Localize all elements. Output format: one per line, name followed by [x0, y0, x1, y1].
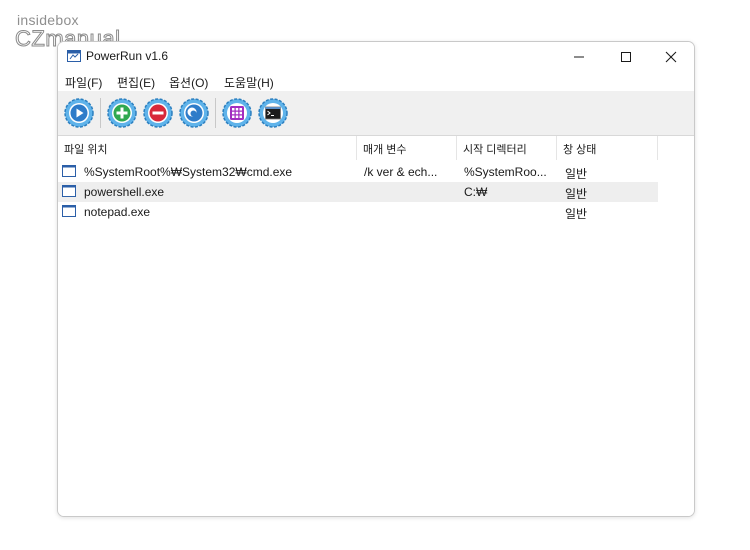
column-header-label: 창 상태: [563, 144, 597, 156]
window-icon: [62, 205, 76, 217]
cell-state: 일반: [565, 187, 588, 201]
powerrun-window: PowerRun v1.6 파일(F) 편집(E) 옵션(O) 도움말(H) 파…: [57, 41, 695, 517]
table-row[interactable]: powershell.exe C:₩ 일반: [58, 182, 658, 202]
window-title: PowerRun v1.6: [86, 49, 169, 63]
edit-button[interactable]: [178, 97, 210, 129]
play-icon: [64, 98, 94, 128]
close-button[interactable]: [648, 42, 694, 71]
edit-icon: [179, 98, 209, 128]
cell-startdir: %SystemRoo...: [464, 165, 547, 179]
list-header: 파일 위치 매개 변수 시작 디렉터리 창 상태: [58, 136, 658, 160]
column-header-label: 시작 디렉터리: [463, 144, 527, 156]
add-icon: [107, 98, 137, 128]
column-header-label: 파일 위치: [64, 144, 108, 156]
menu-options[interactable]: 옵션(O): [169, 74, 208, 91]
table-row[interactable]: notepad.exe 일반: [58, 202, 658, 222]
menu-edit[interactable]: 편집(E): [117, 74, 155, 91]
cell-state: 일반: [565, 207, 588, 221]
table-row[interactable]: %SystemRoot%₩System32₩cmd.exe /k ver & e…: [58, 162, 658, 182]
remove-icon: [143, 98, 173, 128]
program-list[interactable]: 파일 위치 매개 변수 시작 디렉터리 창 상태 %SystemRoot%₩Sy…: [58, 136, 694, 516]
cell-path: notepad.exe: [84, 205, 151, 219]
column-header-startdir[interactable]: 시작 디렉터리: [457, 136, 557, 160]
add-button[interactable]: [106, 97, 138, 129]
cell-path: powershell.exe: [84, 185, 165, 199]
close-icon: [665, 51, 677, 62]
cell-params: /k ver & ech...: [364, 165, 438, 179]
console-icon: [258, 98, 288, 128]
cell-state: 일반: [565, 167, 588, 181]
column-header-params[interactable]: 매개 변수: [357, 136, 457, 160]
cell-startdir: C:₩: [464, 185, 488, 199]
window-icon: [62, 165, 76, 177]
app-icon: [67, 50, 81, 62]
console-button[interactable]: [257, 97, 289, 129]
grid-icon: [222, 98, 252, 128]
maximize-icon: [621, 51, 631, 62]
toolbar: [58, 91, 694, 136]
toolbar-separator: [215, 98, 216, 128]
apps-button[interactable]: [221, 97, 253, 129]
remove-button[interactable]: [142, 97, 174, 129]
menu-help[interactable]: 도움말(H): [224, 74, 274, 91]
minimize-button[interactable]: [556, 42, 602, 71]
cell-path: %SystemRoot%₩System32₩cmd.exe: [84, 165, 293, 179]
column-header-state[interactable]: 창 상태: [557, 136, 658, 160]
menu-bar: 파일(F) 편집(E) 옵션(O) 도움말(H): [58, 71, 694, 91]
maximize-button[interactable]: [603, 42, 649, 71]
column-header-label: 매개 변수: [363, 144, 407, 156]
window-icon: [62, 185, 76, 197]
title-bar[interactable]: PowerRun v1.6: [58, 42, 694, 71]
toolbar-separator: [100, 98, 101, 128]
column-header-path[interactable]: 파일 위치: [58, 136, 357, 160]
run-button[interactable]: [63, 97, 95, 129]
minimize-icon: [574, 56, 584, 57]
menu-file[interactable]: 파일(F): [65, 74, 102, 91]
